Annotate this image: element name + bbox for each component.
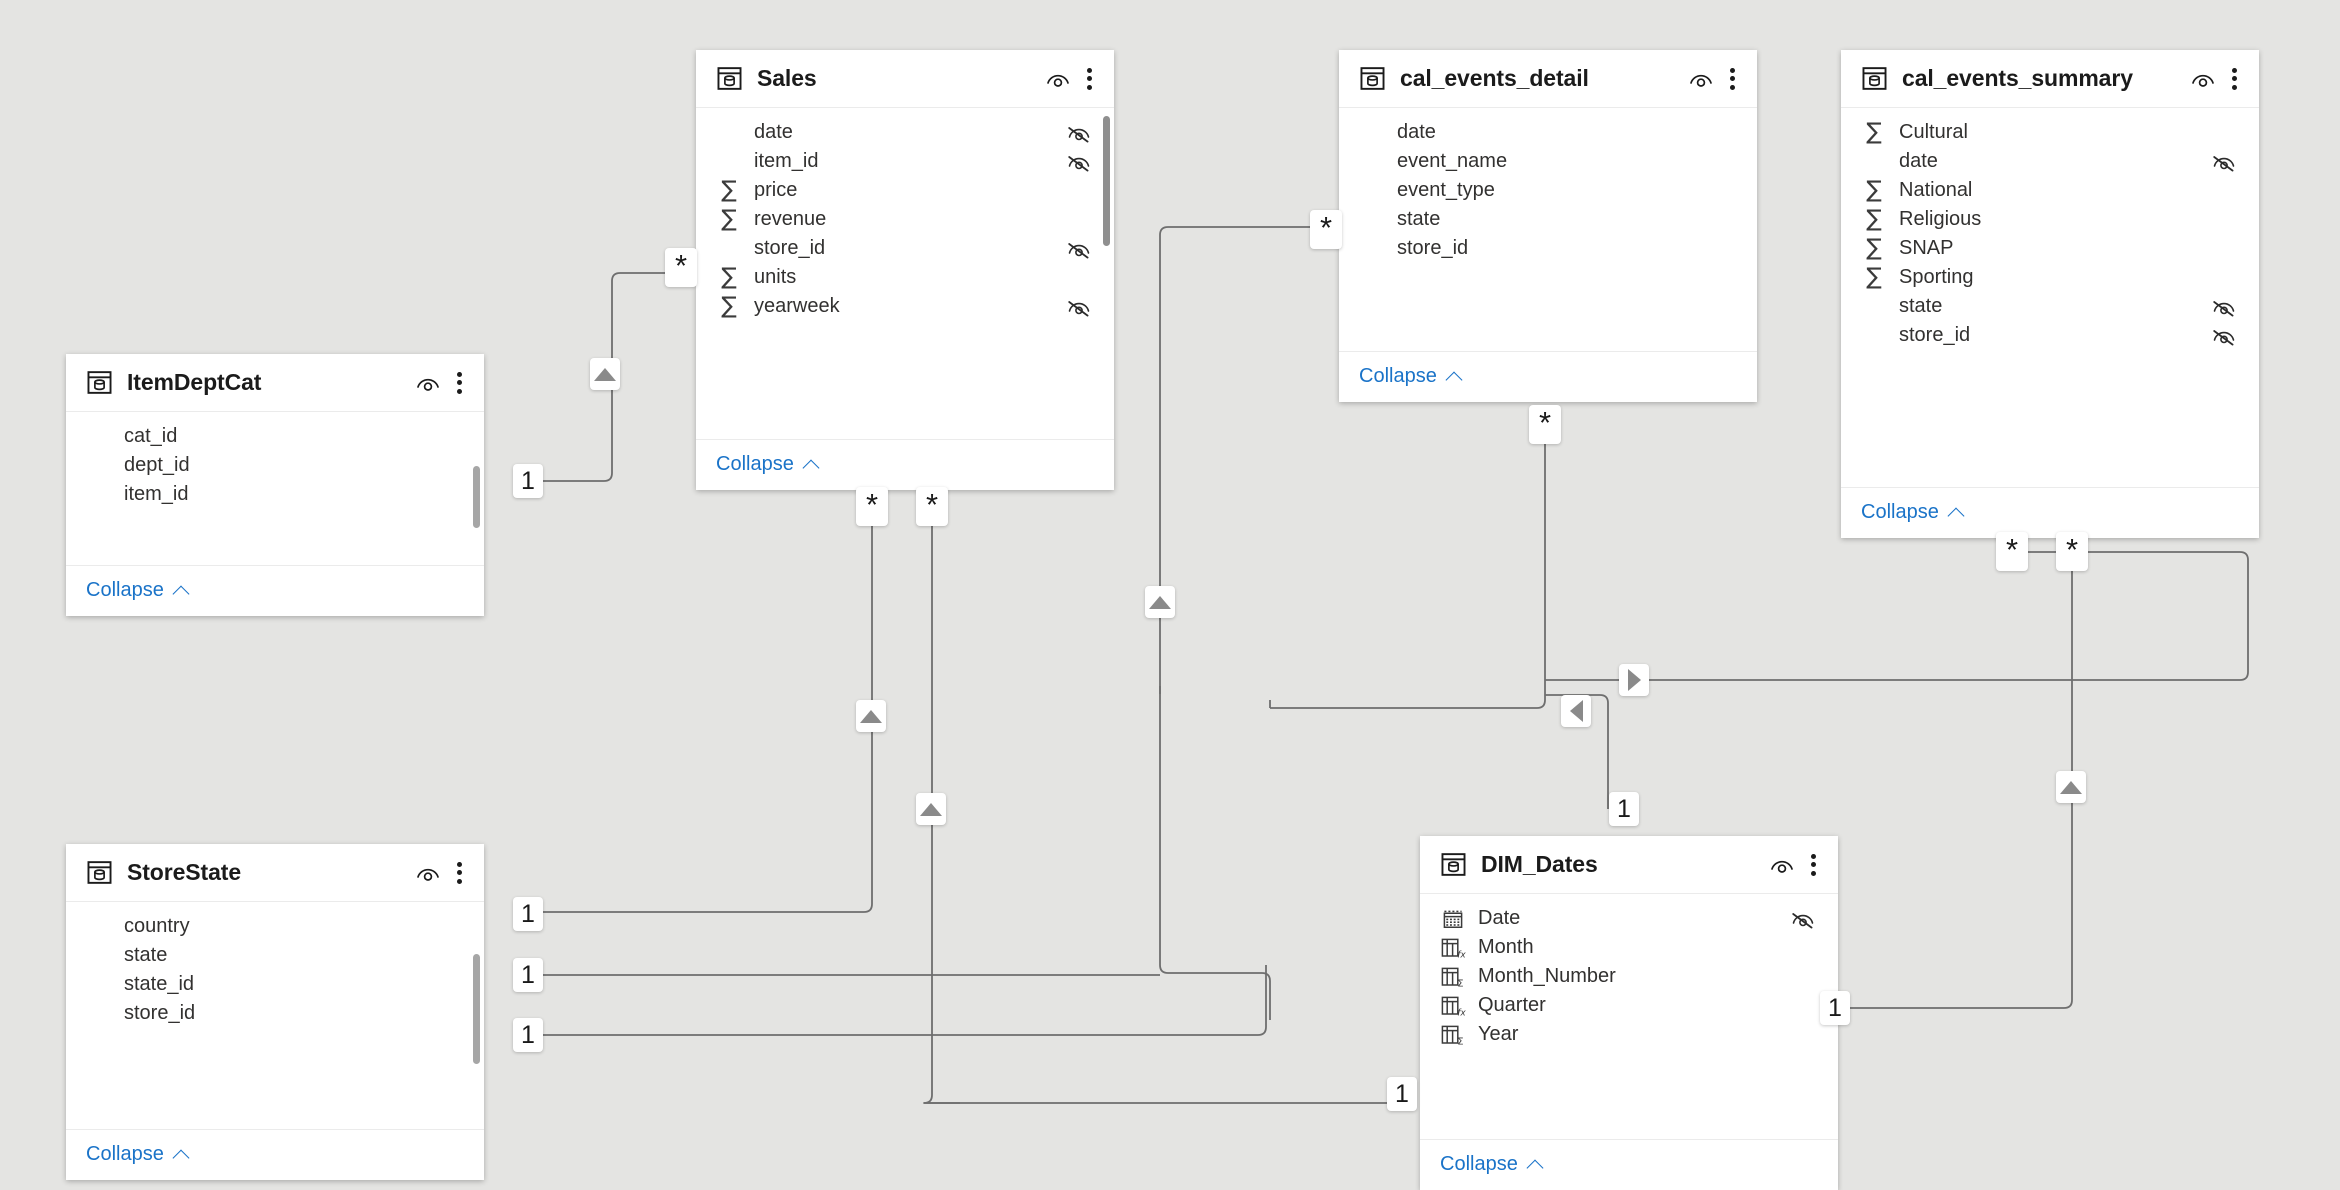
arrow-up-glyph <box>860 709 882 723</box>
cross-filter-arrow-right-icon[interactable] <box>1619 664 1649 696</box>
cardinality-one-badge[interactable]: 1 <box>513 464 543 498</box>
cardinality-one-badge[interactable]: 1 <box>1609 792 1639 826</box>
arrow-right-glyph <box>1627 669 1641 691</box>
cardinality-many-badge[interactable]: * <box>2056 532 2088 571</box>
model-diagram-canvas[interactable]: ItemDeptCat cat_id dept_id item_id Collapse S… <box>0 0 2340 1190</box>
cross-filter-arrow-up-icon[interactable] <box>590 358 620 390</box>
arrow-up-glyph <box>2060 780 2082 794</box>
cross-filter-arrow-up-icon[interactable] <box>2056 771 2086 803</box>
cross-filter-arrow-up-icon[interactable] <box>1145 586 1175 618</box>
cardinality-one-badge[interactable]: 1 <box>1387 1077 1417 1111</box>
cardinality-one-badge[interactable]: 1 <box>513 1018 543 1052</box>
cardinality-many-badge[interactable]: * <box>1996 532 2028 571</box>
cross-filter-arrow-up-icon[interactable] <box>916 793 946 825</box>
cardinality-many-badge[interactable]: * <box>1310 210 1342 249</box>
cardinality-many-badge[interactable]: * <box>916 487 948 526</box>
cardinality-many-badge[interactable]: * <box>1529 405 1561 444</box>
arrow-up-glyph <box>1149 595 1171 609</box>
cross-filter-arrow-left-icon[interactable] <box>1561 695 1591 727</box>
cardinality-one-badge[interactable]: 1 <box>513 958 543 992</box>
arrow-up-glyph <box>920 802 942 816</box>
cardinality-one-badge[interactable]: 1 <box>513 897 543 931</box>
cardinality-many-badge[interactable]: * <box>665 248 697 287</box>
cardinality-many-badge[interactable]: * <box>856 487 888 526</box>
cross-filter-arrow-up-icon[interactable] <box>856 700 886 732</box>
arrow-left-glyph <box>1569 700 1583 722</box>
relationship-markers-layer: 1 * * * * * 1 * * 1 1 1 1 1 <box>0 0 2340 1190</box>
cardinality-one-badge[interactable]: 1 <box>1820 991 1850 1025</box>
arrow-up-glyph <box>594 367 616 381</box>
